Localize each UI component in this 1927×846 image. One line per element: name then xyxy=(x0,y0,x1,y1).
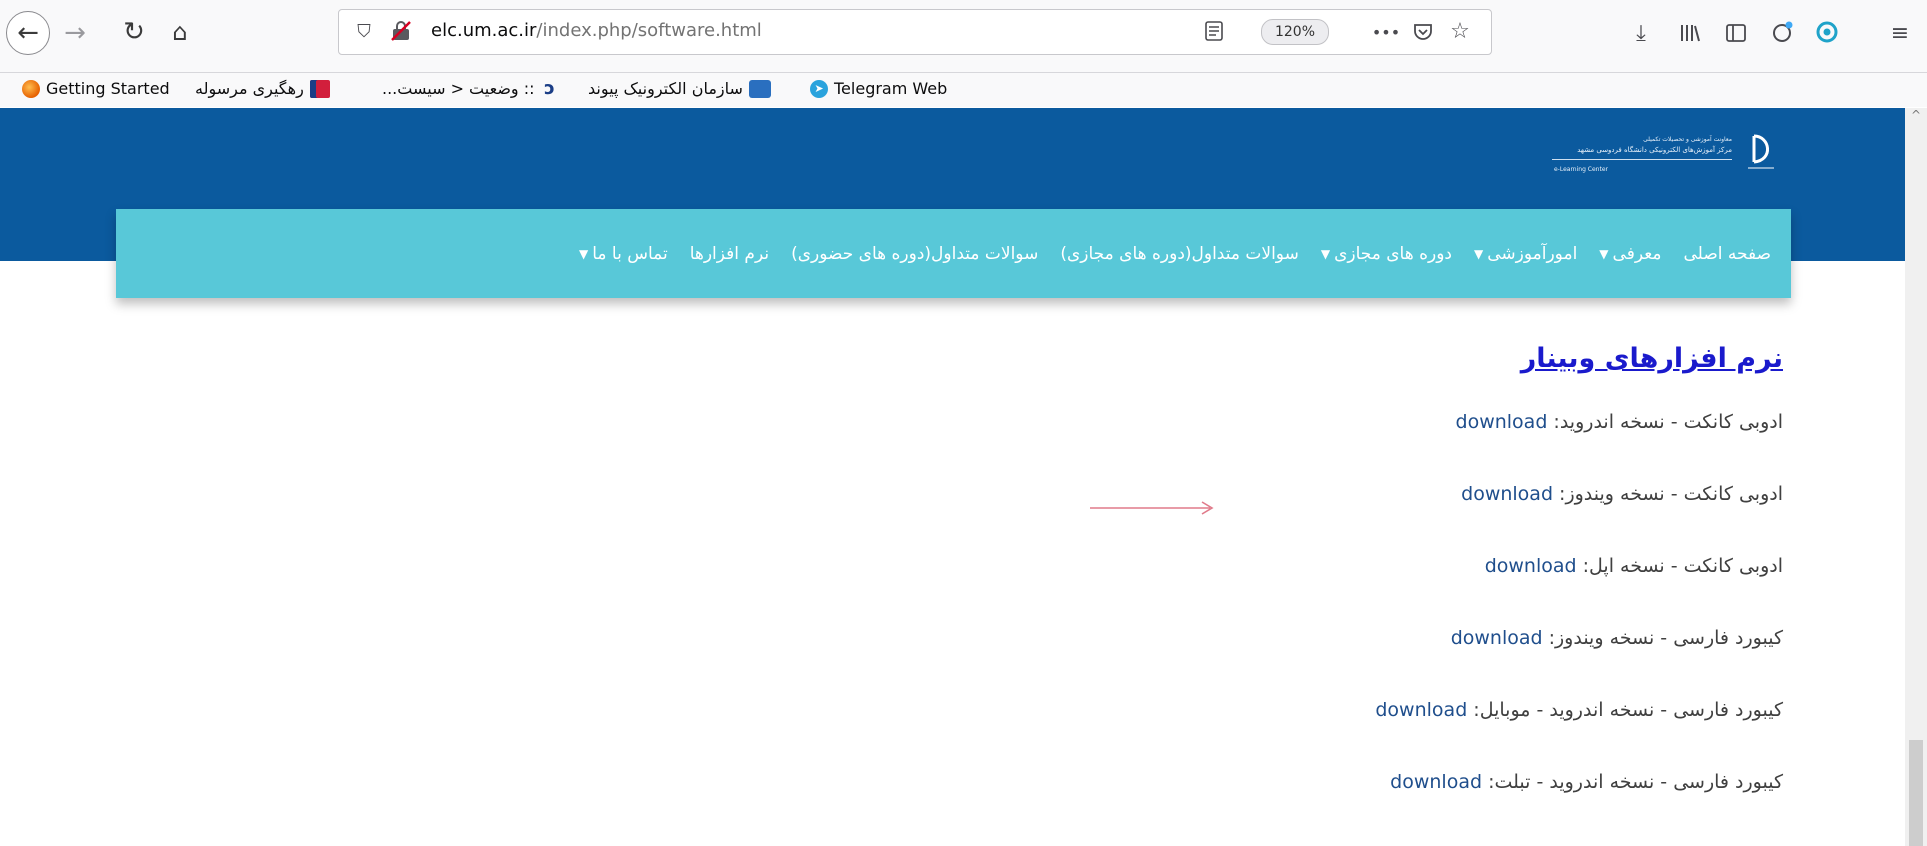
download-row: کیبورد فارسی - نسخه اندروید - موبایل: do… xyxy=(1375,699,1783,721)
menu-label: صفحه اصلی xyxy=(1683,243,1771,264)
university-logo-icon: ↄ xyxy=(544,77,555,99)
menu-item-software[interactable]: نرم افزارها xyxy=(690,244,769,264)
row-label: کیبورد فارسی - نسخه ویندوز: xyxy=(1542,627,1783,649)
bookmark-telegram[interactable]: ➤ Telegram Web xyxy=(810,79,947,98)
bookmark-status[interactable]: ↄ :: وضعیت < سیست... xyxy=(382,79,559,98)
reload-icon: ↻ xyxy=(123,17,145,47)
menu-list: صفحه اصلی معرفی ▼ امورآموزشی ▼ دوره های مج… xyxy=(579,209,1771,298)
bookmark-label: سازمان الکترونیک پیوند xyxy=(588,79,743,98)
browser-toolbar: ← → ↻ ⌂ ⛉ elc.um.ac.ir/index.php/softwar… xyxy=(0,0,1927,73)
download-row: کیبورد فارسی - نسخه اندروید - تبلت: down… xyxy=(1390,771,1783,793)
url-text[interactable]: elc.um.ac.ir/index.php/software.html xyxy=(431,20,762,41)
logo-title: مرکز آموزش‌های الکترونیکی دانشگاه فردوسی… xyxy=(1577,146,1732,154)
reload-button[interactable]: ↻ xyxy=(118,16,150,48)
bookmark-label: Getting Started xyxy=(46,79,170,98)
url-host: elc.um.ac.ir xyxy=(431,20,537,41)
annotation-arrow xyxy=(1090,501,1214,515)
library-icon[interactable] xyxy=(1676,18,1704,48)
page-viewport: معاونت آموزشی و تحصیلات تکمیلی مرکز آموز… xyxy=(0,108,1905,846)
reader-view-icon[interactable] xyxy=(1203,20,1225,42)
back-button[interactable]: ← xyxy=(6,11,50,55)
download-icon[interactable]: ⤓ xyxy=(1628,18,1654,48)
url-path: /index.php/software.html xyxy=(536,20,762,41)
back-arrow-icon: ← xyxy=(17,18,39,48)
download-link[interactable]: download xyxy=(1461,483,1553,505)
page-actions-icon[interactable]: ••• xyxy=(1371,20,1401,44)
bookmark-tracking[interactable]: رهگیری مرسوله xyxy=(195,79,330,98)
menu-label: سوالات متداول(دوره های مجازی) xyxy=(1060,243,1299,264)
home-button[interactable]: ⌂ xyxy=(164,16,196,48)
menu-label: دوره های مجازی xyxy=(1334,243,1452,264)
main-menu: صفحه اصلی معرفی ▼ امورآموزشی ▼ دوره های مج… xyxy=(116,209,1791,298)
download-row: ادوبی کانکت - نسخه اپل: download xyxy=(1485,555,1783,577)
address-bar[interactable]: ⛉ elc.um.ac.ir/index.php/software.html 1… xyxy=(338,9,1492,55)
menu-item-education[interactable]: امورآموزشی ▼ xyxy=(1474,244,1577,264)
chevron-down-icon: ▼ xyxy=(1320,246,1331,261)
site-logo[interactable]: معاونت آموزشی و تحصیلات تکمیلی مرکز آموز… xyxy=(1518,132,1780,192)
menu-label: نرم افزارها xyxy=(689,243,770,264)
forward-arrow-icon: → xyxy=(64,18,86,48)
shield-icon[interactable]: ⛉ xyxy=(353,19,375,43)
post-logo-icon xyxy=(309,79,330,98)
bookmark-label: :: وضعیت < سیست... xyxy=(382,79,535,98)
insecure-lock-icon[interactable] xyxy=(389,19,413,43)
sidebar-icon[interactable] xyxy=(1722,18,1750,48)
menu-label: معرفی xyxy=(1612,243,1662,264)
logo-divider xyxy=(1552,159,1732,160)
pocket-icon[interactable] xyxy=(1411,20,1435,44)
download-link[interactable]: download xyxy=(1456,411,1548,433)
home-icon: ⌂ xyxy=(172,18,188,46)
firefox-icon xyxy=(22,79,40,98)
extension-icon[interactable] xyxy=(1768,16,1798,48)
menu-item-about[interactable]: معرفی ▼ xyxy=(1599,244,1661,264)
download-link[interactable]: download xyxy=(1390,771,1482,793)
row-label: کیبورد فارسی - نسخه اندروید - تبلت: xyxy=(1482,771,1783,793)
menu-item-home[interactable]: صفحه اصلی xyxy=(1684,244,1771,264)
scrollbar-thumb[interactable] xyxy=(1909,740,1923,846)
zoom-level-badge[interactable]: 120% xyxy=(1261,19,1329,45)
bookmark-getting-started[interactable]: Getting Started xyxy=(22,79,170,98)
row-label: ادوبی کانکت - نسخه اپل: xyxy=(1576,555,1783,577)
peyvand-icon xyxy=(748,79,771,98)
bookmark-label: Telegram Web xyxy=(834,79,948,98)
university-emblem-icon xyxy=(1748,134,1774,169)
download-row: ادوبی کانکت - نسخه ویندوز: download xyxy=(1461,483,1783,505)
vpn-extension-icon[interactable] xyxy=(1812,16,1842,48)
vertical-scrollbar[interactable]: ^ xyxy=(1905,108,1927,846)
row-label: ادوبی کانکت - نسخه اندروید: xyxy=(1547,411,1783,433)
page-title[interactable]: نرم افزارهای وبینار xyxy=(1521,343,1783,374)
bookmark-label: رهگیری مرسوله xyxy=(195,79,304,98)
download-link[interactable]: download xyxy=(1375,699,1467,721)
download-row: ادوبی کانکت - نسخه اندروید: download xyxy=(1456,411,1783,433)
menu-item-contact[interactable]: تماس با ما ▼ xyxy=(579,244,668,264)
download-link[interactable]: download xyxy=(1485,555,1577,577)
forward-button[interactable]: → xyxy=(60,18,90,48)
chevron-down-icon: ▼ xyxy=(1599,246,1609,261)
logo-subtitle: معاونت آموزشی و تحصیلات تکمیلی xyxy=(1643,136,1732,143)
bookmarks-toolbar: Getting Started رهگیری مرسوله ↄ :: وضعیت… xyxy=(0,73,1927,107)
menu-item-faq-virtual[interactable]: سوالات متداول(دوره های مجازی) xyxy=(1060,244,1299,264)
chevron-down-icon: ▼ xyxy=(578,246,589,261)
menu-item-virtual-courses[interactable]: دوره های مجازی ▼ xyxy=(1321,244,1452,264)
logo-english: e-Learning Center xyxy=(1553,166,1608,173)
telegram-icon: ➤ xyxy=(810,79,828,98)
menu-item-faq-inperson[interactable]: سوالات متداول(دوره های حضوری) xyxy=(791,244,1038,264)
chevron-down-icon: ▼ xyxy=(1474,246,1484,261)
download-link[interactable]: download xyxy=(1451,627,1543,649)
hamburger-menu-icon[interactable]: ≡ xyxy=(1886,18,1914,48)
menu-label: تماس با ما xyxy=(592,243,668,264)
bookmark-star-icon[interactable]: ☆ xyxy=(1447,18,1473,44)
row-label: ادوبی کانکت - نسخه ویندوز: xyxy=(1553,483,1783,505)
bookmark-peyvand[interactable]: سازمان الکترونیک پیوند xyxy=(588,79,771,98)
menu-label: امورآموزشی xyxy=(1487,243,1578,264)
menu-label: سوالات متداول(دوره های حضوری) xyxy=(791,243,1039,264)
download-row: کیبورد فارسی - نسخه ویندوز: download xyxy=(1451,627,1783,649)
row-label: کیبورد فارسی - نسخه اندروید - موبایل: xyxy=(1467,699,1783,721)
scroll-up-icon[interactable]: ^ xyxy=(1905,108,1927,128)
